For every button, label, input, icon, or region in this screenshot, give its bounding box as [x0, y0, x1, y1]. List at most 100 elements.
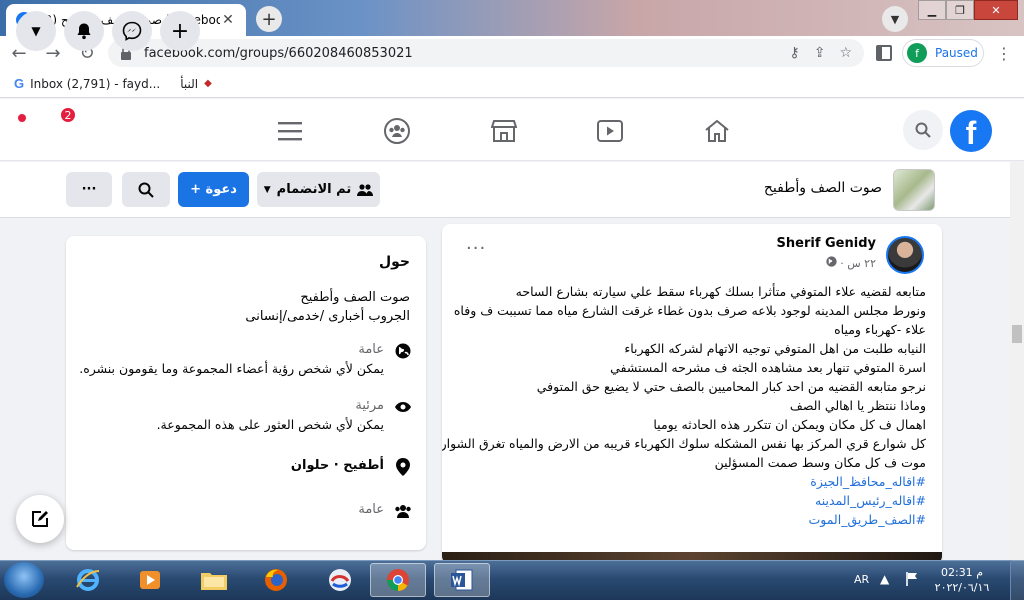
taskbar-explorer[interactable] [186, 563, 242, 597]
new-tab-button[interactable]: + [256, 6, 282, 32]
profile-button[interactable]: f Paused [902, 39, 984, 67]
post-line: كل شوارع قري المركز بها نفس المشكله سلوك… [442, 436, 926, 451]
hashtag-link[interactable]: #الصف_طريق_الموت [456, 510, 926, 529]
bell-icon [77, 23, 91, 40]
menu-icon[interactable] [276, 117, 304, 145]
messenger-icon [122, 21, 142, 41]
more-vert-icon[interactable]: ⋮ [996, 44, 1012, 63]
key-icon[interactable]: ⚷ [789, 45, 799, 61]
chevron-down-icon: ▼ [890, 12, 900, 26]
about-location: أطفيح · حلوان [291, 458, 412, 476]
system-clock[interactable]: 02:31 م ٢٠٢٢/٠٦/١٦ [932, 565, 992, 595]
post-body: متابعه لقضيه علاء المتوفي متأثرا بسلك كه… [442, 282, 926, 529]
invite-button[interactable]: + دعوة [178, 172, 249, 207]
post-line: اهمال ف كل مكان ويمكن ان تتكرر هذه الحاد… [653, 417, 926, 432]
author-avatar[interactable] [886, 236, 924, 274]
taskbar-media[interactable] [122, 563, 178, 597]
hashtag-link[interactable]: #اقاله_رئيس_المدينه [456, 491, 926, 510]
bookmark-label: Inbox (2,791) - fayd... [30, 76, 161, 91]
globe-icon [826, 256, 837, 270]
caret-icon: ▼ [31, 24, 41, 38]
create-button[interactable]: + [160, 11, 200, 51]
messenger-button[interactable] [112, 11, 152, 51]
visibility-label: مرئية [355, 398, 384, 413]
swirl-app-icon [329, 569, 351, 591]
close-tab-icon[interactable]: ✕ [220, 12, 236, 28]
media-player-icon [140, 571, 160, 589]
eye-icon [394, 398, 412, 416]
close-window-button[interactable]: ✕ [974, 0, 1018, 20]
post-line: موت ف كل مكان وسط صمت المسؤلين [714, 455, 926, 470]
post-time[interactable]: ٢٢ س · [826, 256, 876, 270]
profile-status: Paused [935, 46, 978, 60]
alnabaa-icon: ◆ [204, 78, 212, 89]
start-button[interactable] [4, 562, 44, 598]
post-line: اسرة المتوفي تنهار بعد مشاهده الجثه ف مش… [610, 360, 926, 375]
bookmark-label: النبأ [180, 76, 199, 91]
clock-time: 02:31 م [940, 566, 983, 579]
group-more-button[interactable]: ··· [66, 172, 112, 207]
post-line: نرجو متابعه القضيه من احد كبار المحاميين… [536, 379, 926, 394]
taskbar-word[interactable] [434, 563, 490, 597]
bookmark-inbox[interactable]: G Inbox (2,791) - fayd... [14, 76, 160, 91]
flag-icon[interactable] [904, 571, 920, 591]
about-heading: حول [378, 254, 410, 270]
notification-dot [18, 114, 26, 122]
location-text[interactable]: أطفيح · حلوان [291, 458, 384, 473]
minimize-button[interactable]: ▁ [918, 0, 946, 20]
show-desktop-button[interactable] [1010, 560, 1024, 600]
internet-explorer-icon [76, 569, 100, 591]
people-icon [357, 183, 374, 196]
about-card: حول صوت الصف وأطفيح الجروب أخبارى /خدمى/… [66, 236, 426, 550]
side-panel-icon[interactable] [876, 45, 892, 61]
group-name[interactable]: صوت الصف وأطفيح [742, 180, 882, 196]
post-time-text: ٢٢ س · [836, 257, 876, 270]
language-indicator[interactable]: AR [854, 573, 869, 586]
page-scrollbar[interactable] [1010, 162, 1024, 560]
about-visibility: مرئية يمكن لأي شخص العثور على هذه المجمو… [157, 398, 412, 432]
globe-icon [394, 342, 412, 360]
word-icon [451, 569, 473, 591]
tray-expand-icon[interactable]: ▲ [880, 572, 889, 586]
account-menu-button[interactable]: ▼ [16, 11, 56, 51]
plus-icon: + [170, 18, 190, 44]
post-line: النيابه طلبت من اهل المتوفي توجيه الاتها… [624, 341, 926, 356]
avatar: f [907, 43, 927, 63]
people-icon [394, 502, 412, 520]
address-bar[interactable]: facebook.com/groups/660208460853021 ⚷ ⇪ … [108, 39, 864, 67]
hashtag-link[interactable]: #اقاله_محافظ_الجيزة [456, 472, 926, 491]
facebook-logo[interactable]: f [950, 110, 992, 152]
tab-search-button[interactable]: ▼ [882, 6, 908, 32]
about-group-name: صوت الصف وأطفيح [300, 290, 410, 305]
location-icon [394, 458, 412, 476]
home-icon[interactable] [703, 117, 731, 145]
taskbar-chrome[interactable] [370, 563, 426, 597]
share-icon[interactable]: ⇪ [814, 45, 826, 61]
post-line: علاء -كهرباء ومياه [834, 322, 926, 337]
groups-icon[interactable] [383, 117, 411, 145]
bookmark-alnabaa[interactable]: النبأ ◆ [180, 77, 212, 91]
marketplace-icon[interactable] [490, 117, 518, 145]
group-thumbnail[interactable] [893, 169, 935, 211]
maximize-button[interactable]: ❐ [946, 0, 974, 20]
post-more-button[interactable]: ··· [466, 238, 486, 259]
star-icon[interactable]: ☆ [839, 45, 852, 61]
post-author[interactable]: Sherif Genidy [777, 236, 876, 251]
joined-button[interactable]: ▼ تم الانضمام [257, 172, 380, 207]
folder-icon [201, 573, 227, 590]
post-line: ونورط مجلس المدينه لوجود بلاعه صرف بدون … [453, 303, 926, 318]
scrollbar-thumb[interactable] [1012, 325, 1022, 343]
joined-label: تم الانضمام [276, 182, 352, 197]
visibility-description: يمكن لأي شخص العثور على هذه المجموعة. [156, 417, 384, 432]
notifications-button[interactable] [64, 11, 104, 51]
bookmarks-bar: G Inbox (2,791) - fayd... النبأ ◆ [0, 70, 1024, 98]
taskbar-ie[interactable] [60, 563, 116, 597]
watch-icon[interactable] [596, 117, 624, 145]
group-search-button[interactable] [122, 172, 170, 207]
caret-icon: ▼ [263, 184, 271, 195]
taskbar-app[interactable] [312, 563, 368, 597]
new-message-button[interactable] [16, 495, 64, 543]
facebook-search-button[interactable] [903, 110, 943, 150]
about-tagline: الجروب أخبارى /خدمى/إنسانى [245, 309, 410, 324]
taskbar-firefox[interactable] [248, 563, 304, 597]
